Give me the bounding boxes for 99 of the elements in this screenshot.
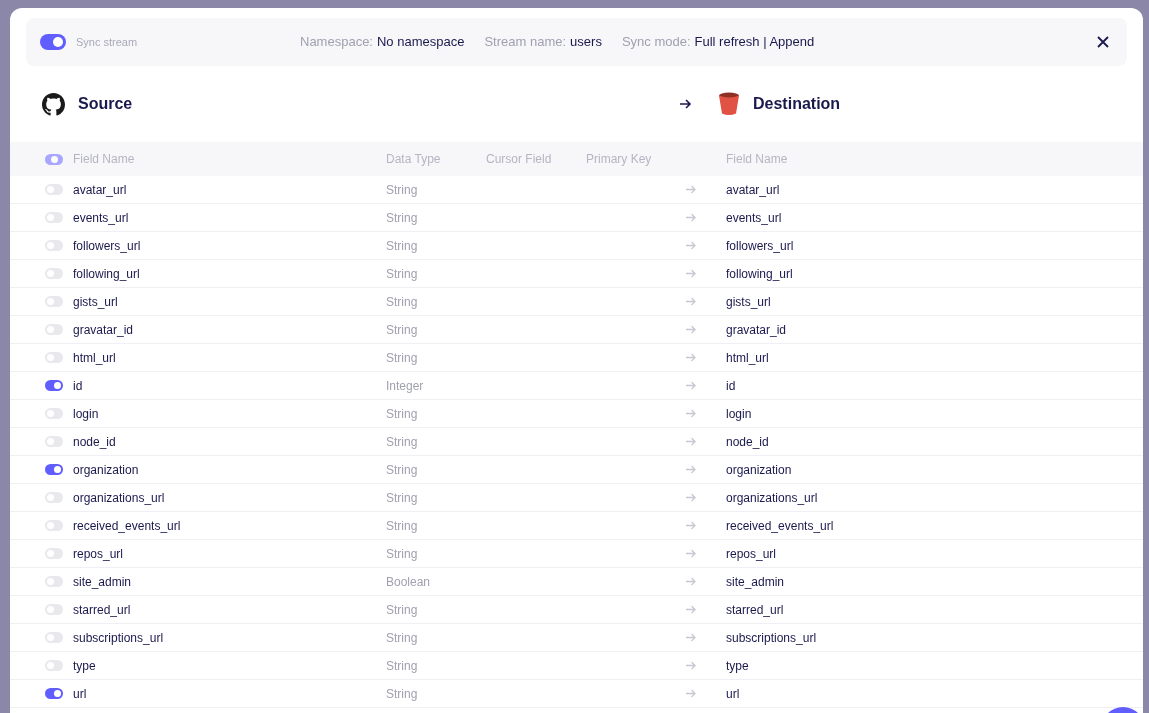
field-name: site_admin: [73, 573, 133, 591]
sync-stream-label: Sync stream: [76, 34, 138, 50]
field-toggle[interactable]: [45, 464, 63, 475]
source-title: Source: [78, 94, 133, 114]
data-type: Boolean: [386, 573, 432, 591]
destination-field-name: subscriptions_url: [726, 629, 817, 647]
namespace-label: Namespace:: [300, 33, 373, 52]
destination-field-name: login: [726, 405, 752, 423]
field-toggle[interactable]: [45, 688, 63, 699]
field-name: organization: [73, 461, 140, 479]
field-name: html_url: [73, 349, 117, 367]
destination-field-name: followers_url: [726, 237, 794, 255]
arrow-right-icon: [686, 409, 697, 418]
column-header: Primary Key: [586, 151, 653, 168]
data-type: String: [386, 349, 419, 367]
arrow-right-icon: [686, 661, 697, 670]
arrow-right-icon: [686, 269, 697, 278]
destination-field-name: gists_url: [726, 293, 771, 311]
sync-mode-label: Sync mode:: [621, 33, 691, 52]
destination-field-name: events_url: [726, 209, 782, 227]
destination-field-name: received_events_url: [726, 517, 834, 535]
column-header: Field Name: [726, 151, 788, 168]
arrow-right-icon: [686, 521, 697, 530]
arrow-right-icon: [686, 577, 697, 586]
data-type: Integer: [386, 377, 425, 395]
field-name: url: [73, 685, 88, 703]
data-type: String: [386, 517, 419, 535]
data-type: String: [386, 209, 419, 227]
field-name: events_url: [73, 209, 130, 227]
destination-field-name: url: [726, 685, 740, 703]
destination-field-name: repos_url: [726, 545, 777, 563]
arrow-right-icon: [686, 185, 697, 194]
github-logo-icon: [42, 92, 65, 116]
field-name: following_url: [73, 265, 141, 283]
arrow-right-icon: [686, 297, 697, 306]
select-all-toggle[interactable]: [45, 153, 63, 165]
arrow-right-icon: [680, 99, 692, 109]
data-type: String: [386, 265, 419, 283]
data-type: String: [386, 657, 419, 675]
destination-field-name: organizations_url: [726, 489, 818, 507]
field-name: avatar_url: [73, 181, 128, 199]
field-name: login: [73, 405, 100, 423]
destination-field-name: following_url: [726, 265, 793, 283]
arrow-right-icon: [686, 605, 697, 614]
arrow-right-icon: [686, 465, 697, 474]
arrow-right-icon: [686, 689, 697, 698]
field-toggle[interactable]: [45, 380, 63, 391]
data-type: String: [386, 489, 419, 507]
field-name: starred_url: [73, 601, 132, 619]
field-name: id: [73, 377, 84, 395]
arrow-right-icon: [686, 549, 697, 558]
field-name: gravatar_id: [73, 321, 135, 339]
destination-field-name: avatar_url: [726, 181, 780, 199]
arrow-right-icon: [686, 437, 697, 446]
destination-field-name: node_id: [726, 433, 769, 451]
data-type: String: [386, 685, 419, 703]
sync-mode-value: Full refresh | Append: [694, 33, 815, 52]
column-header: Data Type: [386, 151, 442, 168]
destination-field-name: starred_url: [726, 601, 784, 619]
destination-title: Destination: [753, 94, 841, 114]
destination-field-name: type: [726, 657, 749, 675]
data-type: String: [386, 545, 419, 563]
field-name: node_id: [73, 433, 117, 451]
sync-stream-toggle[interactable]: [40, 34, 66, 50]
arrow-right-icon: [686, 633, 697, 642]
data-type: String: [386, 629, 419, 647]
data-type: String: [386, 321, 419, 339]
bucket-icon: [718, 92, 740, 116]
data-type: String: [386, 601, 419, 619]
arrow-right-icon: [686, 493, 697, 502]
arrow-right-icon: [686, 241, 697, 250]
close-icon: [1097, 36, 1109, 48]
field-name: organizations_url: [73, 489, 166, 507]
arrow-right-icon: [686, 213, 697, 222]
arrow-right-icon: [686, 353, 697, 362]
data-type: String: [386, 433, 419, 451]
data-type: String: [386, 181, 419, 199]
data-type: String: [386, 293, 419, 311]
field-name: followers_url: [73, 237, 142, 255]
column-header: Field Name: [73, 151, 136, 168]
data-type: String: [386, 461, 419, 479]
field-name: received_events_url: [73, 517, 182, 535]
destination-field-name: id: [726, 377, 736, 395]
field-name: type: [73, 657, 97, 675]
stream-name-label: Stream name:: [484, 33, 567, 52]
namespace-value: No namespace: [377, 33, 465, 52]
field-name: repos_url: [73, 545, 125, 563]
destination-field-name: site_admin: [726, 573, 785, 591]
arrow-right-icon: [686, 325, 697, 334]
destination-field-name: organization: [726, 461, 792, 479]
stream-name-value: users: [570, 33, 602, 52]
destination-field-name: html_url: [726, 349, 769, 367]
field-name: subscriptions_url: [73, 629, 165, 647]
destination-field-name: gravatar_id: [726, 321, 787, 339]
arrow-right-icon: [686, 381, 697, 390]
data-type: String: [386, 405, 419, 423]
column-header: Cursor Field: [486, 151, 553, 168]
field-name: gists_url: [73, 293, 119, 311]
data-type: String: [386, 237, 419, 255]
